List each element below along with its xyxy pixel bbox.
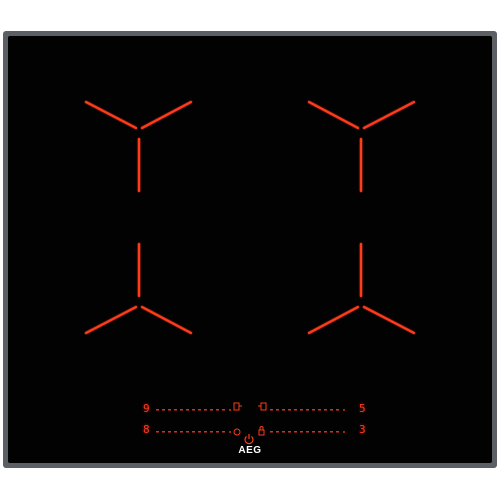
slider-tick — [156, 431, 159, 433]
power-icon[interactable] — [244, 434, 254, 445]
slider-tick — [222, 431, 225, 433]
zone-top-right-marker[interactable] — [307, 100, 416, 193]
slider-tick — [210, 409, 213, 411]
top-left-level-display: 9 — [143, 402, 150, 415]
top-right-level-display: 5 — [359, 402, 366, 415]
slider-tick — [276, 409, 279, 411]
slider-tick — [162, 409, 165, 411]
slider-tick — [330, 409, 333, 411]
slider-tick — [210, 431, 213, 433]
timer-icon[interactable] — [233, 428, 241, 436]
slider-tick — [306, 409, 309, 411]
slider-tick — [270, 431, 273, 433]
slider-tick — [312, 431, 315, 433]
slider-end-dot — [343, 409, 345, 411]
slider-tick — [168, 409, 171, 411]
slider-tick — [186, 409, 189, 411]
bottom-right-level-display: 3 — [359, 423, 366, 436]
slider-end-dot — [343, 431, 345, 433]
zone-top-left-marker[interactable] — [84, 100, 193, 193]
slider-tick — [216, 431, 219, 433]
slider-tick — [288, 431, 291, 433]
slider-tick — [180, 431, 183, 433]
slider-bottom-right[interactable] — [270, 431, 345, 433]
lock-icon[interactable] — [258, 426, 265, 436]
cooking-zone-markers — [84, 100, 416, 445]
zone-bottom-right-marker[interactable] — [307, 242, 416, 335]
slider-tick — [192, 431, 195, 433]
slider-tick — [288, 409, 291, 411]
slider-tick — [174, 409, 177, 411]
slider-tick — [168, 431, 171, 433]
slider-top-right[interactable] — [270, 409, 345, 411]
slider-tick — [294, 431, 297, 433]
slider-tick — [162, 431, 165, 433]
slider-tick — [300, 409, 303, 411]
slider-tick — [180, 409, 183, 411]
slider-tick — [216, 409, 219, 411]
slider-tick — [186, 431, 189, 433]
slider-tick — [318, 409, 321, 411]
slider-tick — [294, 409, 297, 411]
slider-tick — [174, 431, 177, 433]
slider-top-left[interactable] — [156, 409, 231, 411]
slider-tick — [270, 409, 273, 411]
slider-tick — [324, 409, 327, 411]
slider-tick — [318, 431, 321, 433]
slider-tick — [204, 409, 207, 411]
slider-tick — [192, 409, 195, 411]
slider-bottom-left[interactable] — [156, 431, 231, 433]
slider-tick — [300, 431, 303, 433]
slider-tick — [330, 431, 333, 433]
slider-tick — [222, 409, 225, 411]
slider-tick — [336, 431, 339, 433]
slider-end-dot — [229, 409, 231, 411]
slider-tick — [204, 431, 207, 433]
slider-tick — [156, 409, 159, 411]
bridge-left-icon[interactable] — [233, 402, 242, 411]
slider-tick — [324, 431, 327, 433]
slider-tick — [276, 431, 279, 433]
slider-tick — [312, 409, 315, 411]
slider-end-dot — [229, 431, 231, 433]
slider-tick — [282, 409, 285, 411]
brand-logo: AEG — [238, 445, 262, 456]
bridge-right-icon[interactable] — [258, 402, 267, 411]
slider-tick — [198, 409, 201, 411]
slider-tick — [306, 431, 309, 433]
zone-bottom-left-marker[interactable] — [84, 242, 193, 335]
bottom-left-level-display: 8 — [143, 423, 150, 436]
slider-tick — [336, 409, 339, 411]
slider-tick — [198, 431, 201, 433]
slider-tick — [282, 431, 285, 433]
